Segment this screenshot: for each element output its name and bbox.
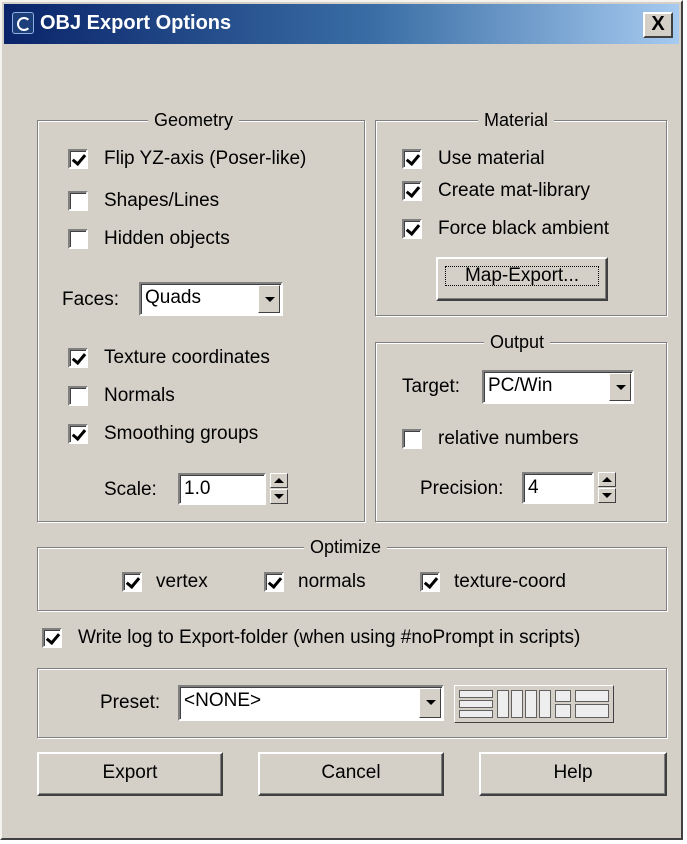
scale-label: Scale: [104, 479, 157, 500]
app-icon [12, 12, 34, 34]
help-button[interactable]: Help [479, 752, 667, 796]
normals-label[interactable]: Normals [104, 384, 175, 408]
normals-checkbox[interactable] [68, 386, 88, 406]
geometry-legend: Geometry [148, 109, 240, 131]
target-label: Target: [402, 376, 461, 397]
scale-spinner[interactable] [270, 473, 288, 505]
smoothing-groups-label[interactable]: Smoothing groups [104, 422, 258, 446]
precision-spinner[interactable] [598, 472, 616, 504]
map-export-button-label: Map-Export... [440, 261, 604, 291]
write-log-checkbox[interactable] [42, 628, 62, 648]
relative-numbers-checkbox[interactable] [402, 429, 422, 449]
target-dropdown-arrow-icon[interactable] [609, 373, 631, 401]
output-group: Output Target: PC/Win relative numbers P… [375, 331, 667, 522]
force-black-ambient-label[interactable]: Force black ambient [438, 217, 609, 241]
smoothing-groups-checkbox[interactable] [68, 424, 88, 444]
use-material-checkbox[interactable] [402, 149, 422, 169]
preset-dropdown[interactable]: <NONE> [178, 685, 444, 721]
create-mat-library-label[interactable]: Create mat-library [438, 179, 590, 203]
texture-coordinates-checkbox[interactable] [68, 348, 88, 368]
export-button[interactable]: Export [37, 752, 223, 796]
spinner-down-icon[interactable] [598, 488, 616, 503]
create-mat-library-checkbox[interactable] [402, 181, 422, 201]
geometry-group: Geometry Flip YZ-axis (Poser-like) Shape… [37, 109, 365, 522]
force-black-ambient-checkbox[interactable] [402, 219, 422, 239]
flip-yz-label[interactable]: Flip YZ-axis (Poser-like) [104, 147, 306, 171]
output-legend: Output [484, 331, 551, 353]
faces-dropdown[interactable]: Quads [139, 282, 283, 316]
vertex-label[interactable]: vertex [156, 570, 208, 594]
vertex-checkbox[interactable] [122, 572, 142, 592]
precision-label: Precision: [420, 478, 504, 499]
flip-yz-checkbox[interactable] [68, 149, 88, 169]
precision-input[interactable]: 4 [522, 472, 594, 504]
obj-export-dialog: OBJ Export Options X Geometry Flip YZ-ax… [0, 0, 683, 840]
preset-dropdown-arrow-icon[interactable] [419, 688, 441, 718]
shapes-lines-label[interactable]: Shapes/Lines [104, 189, 219, 213]
optimize-normals-label[interactable]: normals [298, 570, 366, 594]
target-dropdown[interactable]: PC/Win [482, 370, 634, 404]
faces-dropdown-arrow-icon[interactable] [258, 285, 280, 313]
optimize-group: Optimize vertex normals texture-coord [37, 536, 667, 611]
map-export-button[interactable]: Map-Export... [436, 257, 608, 301]
shapes-lines-checkbox[interactable] [68, 191, 88, 211]
write-log-label[interactable]: Write log to Export-folder (when using #… [78, 626, 580, 650]
scale-input[interactable]: 1.0 [178, 473, 266, 505]
texture-coordinates-label[interactable]: Texture coordinates [104, 346, 270, 370]
relative-numbers-label[interactable]: relative numbers [438, 427, 578, 451]
close-button[interactable]: X [643, 12, 673, 38]
use-material-label[interactable]: Use material [438, 147, 545, 171]
hidden-objects-label[interactable]: Hidden objects [104, 227, 230, 251]
title-bar[interactable]: OBJ Export Options X [4, 4, 679, 44]
spinner-up-icon[interactable] [270, 473, 288, 488]
target-dropdown-value: PC/Win [488, 375, 553, 396]
optimize-legend: Optimize [304, 536, 388, 558]
optimize-normals-checkbox[interactable] [264, 572, 284, 592]
material-legend: Material [478, 109, 555, 131]
hidden-objects-checkbox[interactable] [68, 229, 88, 249]
layout-presets-icon[interactable] [454, 685, 614, 723]
cancel-button-label: Cancel [321, 762, 381, 783]
window-title: OBJ Export Options [40, 12, 232, 34]
preset-group: Preset: <NONE> [37, 668, 667, 738]
export-button-label: Export [102, 762, 158, 783]
texture-coord-label[interactable]: texture-coord [454, 570, 566, 594]
texture-coord-checkbox[interactable] [420, 572, 440, 592]
faces-label: Faces: [62, 289, 120, 310]
faces-dropdown-value: Quads [145, 287, 201, 308]
cancel-button[interactable]: Cancel [258, 752, 444, 796]
preset-label: Preset: [100, 692, 161, 713]
preset-dropdown-value: <NONE> [184, 690, 262, 711]
material-group: Material Use material Create mat-library… [375, 109, 667, 316]
help-button-label: Help [553, 762, 593, 783]
spinner-down-icon[interactable] [270, 489, 288, 504]
spinner-up-icon[interactable] [598, 472, 616, 487]
